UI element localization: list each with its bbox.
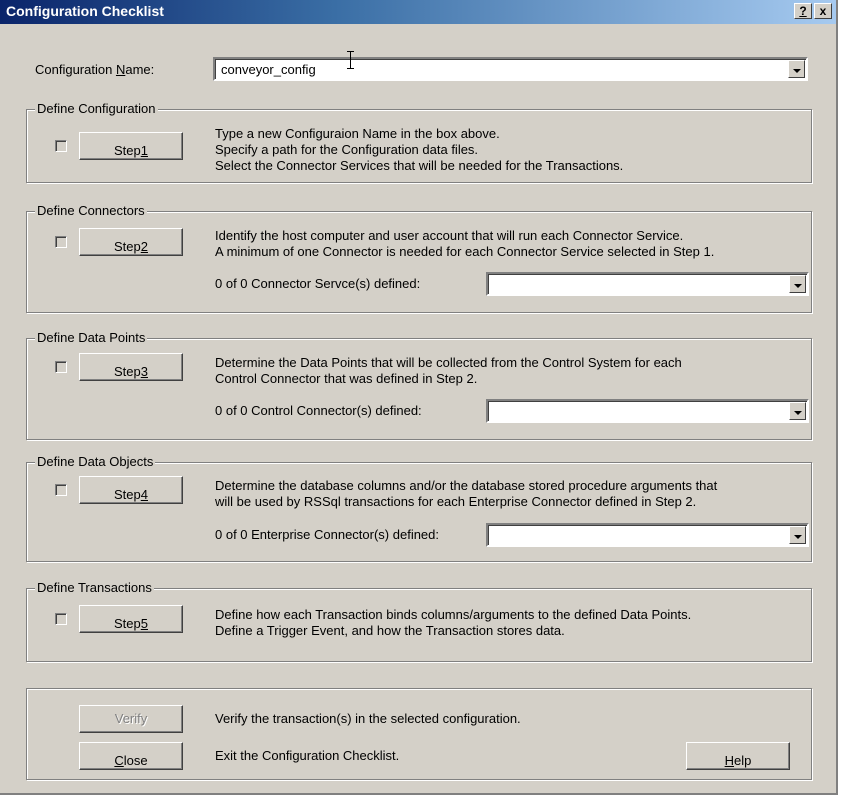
- connector-count-label: 0 of 0 Connector Servce(s) defined:: [215, 276, 421, 291]
- step-2-description: Identify the host computer and user acco…: [215, 228, 714, 260]
- description-line: Type a new Configuraion Name in the box …: [215, 126, 500, 141]
- description-line: will be used by RSSql transactions for e…: [215, 494, 697, 509]
- button-label: Step 2: [114, 234, 148, 254]
- button-label: Step 5: [114, 611, 148, 631]
- description-line: A minimum of one Connector is needed for…: [215, 244, 715, 259]
- description-line: Specify a path for the Configuration dat…: [215, 142, 479, 157]
- question-mark-icon: ?: [799, 4, 807, 18]
- step-4-description: Determine the database columns and/or th…: [215, 478, 717, 510]
- button-label-text: Step: [114, 143, 141, 158]
- group-title: Define Configuration: [35, 101, 158, 116]
- step-1-description: Type a new Configuraion Name in the box …: [215, 126, 623, 174]
- help-button[interactable]: Help: [686, 742, 790, 770]
- enterprise-connectors-combo[interactable]: [486, 523, 809, 547]
- group-title: Define Data Points: [35, 330, 148, 345]
- text-cursor-icon: [347, 51, 355, 69]
- title-bar[interactable]: Configuration Checklist ? x: [0, 0, 836, 24]
- description-line: Determine the Data Points that will be c…: [215, 355, 682, 370]
- step-3-checkbox[interactable]: [55, 361, 67, 373]
- step-5-checkbox[interactable]: [55, 613, 67, 625]
- description-line: Control Connector that was defined in St…: [215, 371, 478, 386]
- button-label: Verify: [114, 711, 148, 726]
- description-line: Select the Connector Services that will …: [215, 158, 624, 173]
- button-label: Close: [114, 748, 147, 768]
- verify-button[interactable]: Verify: [79, 705, 183, 733]
- step-2-button[interactable]: Step 2: [79, 228, 183, 256]
- group-title: Define Transactions: [35, 580, 154, 595]
- description-line: Identify the host computer and user acco…: [215, 228, 684, 243]
- close-window-button[interactable]: x: [814, 3, 832, 19]
- button-label-accel: 5: [140, 616, 148, 631]
- button-label-accel: 2: [140, 239, 148, 254]
- button-label-text: Step: [114, 616, 141, 631]
- step-1-button[interactable]: Step 1: [79, 132, 183, 160]
- button-label: Step 1: [114, 138, 148, 158]
- button-label: Step 3: [114, 359, 148, 379]
- close-icon: x: [819, 4, 827, 18]
- step-3-description: Determine the Data Points that will be c…: [215, 355, 682, 387]
- chevron-down-icon[interactable]: [789, 275, 806, 293]
- context-help-button[interactable]: ?: [794, 3, 812, 19]
- button-label-accel: C: [114, 753, 124, 768]
- chevron-down-icon[interactable]: [789, 526, 806, 544]
- group-title: Define Data Objects: [35, 454, 156, 469]
- control-connectors-combo[interactable]: [486, 399, 809, 423]
- button-label: Help: [725, 748, 752, 768]
- button-label-text: Step: [114, 364, 141, 379]
- button-label-text: Step: [114, 239, 141, 254]
- button-label-accel: H: [724, 753, 735, 768]
- label-part: Configuration: [35, 62, 116, 77]
- configuration-name-combo[interactable]: conveyor_config: [213, 57, 808, 81]
- chevron-down-icon[interactable]: [789, 402, 806, 420]
- button-label-accel: 1: [140, 143, 148, 158]
- step-4-checkbox[interactable]: [55, 484, 67, 496]
- button-label-accel: 4: [140, 487, 148, 502]
- close-button[interactable]: Close: [79, 742, 183, 770]
- button-label: Step 4: [114, 482, 148, 502]
- step-4-button[interactable]: Step 4: [79, 476, 183, 504]
- description-line: Define a Trigger Event, and how the Tran…: [215, 623, 565, 638]
- window-title: Configuration Checklist: [6, 3, 164, 19]
- chevron-down-icon[interactable]: [788, 60, 805, 78]
- group-title: Define Connectors: [35, 203, 147, 218]
- enterprise-connector-count-label: 0 of 0 Enterprise Connector(s) defined:: [215, 527, 440, 542]
- step-1-checkbox[interactable]: [55, 140, 67, 152]
- configuration-checklist-dialog: Configuration Checklist ? x Configuratio…: [0, 0, 838, 795]
- configuration-name-value: conveyor_config: [221, 62, 316, 77]
- button-label-text: lose: [123, 753, 148, 768]
- define-connectors-group: Define Connectors: [26, 203, 812, 313]
- description-line: Define how each Transaction binds column…: [215, 607, 692, 622]
- configuration-name-label: Configuration Name:: [35, 62, 154, 77]
- close-description: Exit the Configuration Checklist.: [215, 748, 400, 763]
- connector-services-combo[interactable]: [486, 272, 809, 296]
- button-label-text: elp: [734, 753, 752, 768]
- verify-description: Verify the transaction(s) in the selecte…: [215, 711, 521, 726]
- step-3-button[interactable]: Step 3: [79, 353, 183, 381]
- control-connector-count-label: 0 of 0 Control Connector(s) defined:: [215, 403, 422, 418]
- button-label-text: Step: [114, 487, 141, 502]
- label-part: ame:: [125, 62, 155, 77]
- description-line: Determine the database columns and/or th…: [215, 478, 718, 493]
- label-accel: N: [115, 62, 126, 77]
- step-5-button[interactable]: Step 5: [79, 605, 183, 633]
- step-2-checkbox[interactable]: [55, 236, 67, 248]
- button-label-accel: 3: [140, 364, 148, 379]
- step-5-description: Define how each Transaction binds column…: [215, 607, 691, 639]
